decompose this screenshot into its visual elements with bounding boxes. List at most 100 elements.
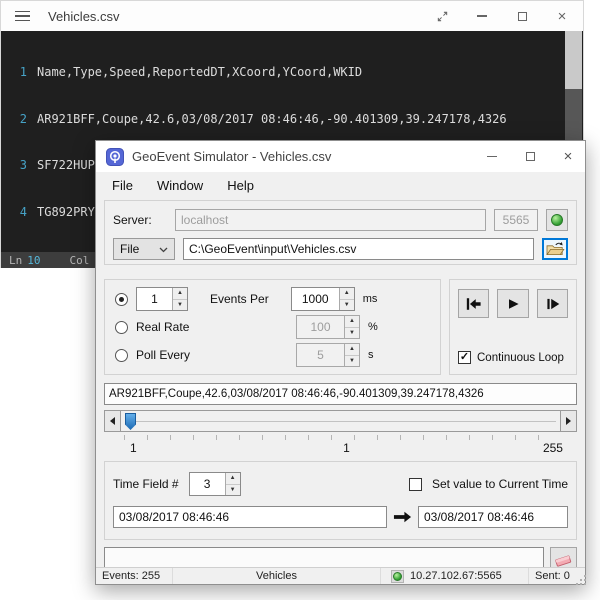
restart-button[interactable] — [458, 289, 489, 318]
csv-line: 1Name,Type,Speed,ReportedDT,XCoord,YCoor… — [1, 65, 583, 81]
poll-every-label: Poll Every — [136, 348, 240, 362]
rate-group: 1 ▲▼ Events Per 1000 ▲▼ ms Real Rate 100 — [104, 279, 441, 375]
spin-down-icon[interactable]: ▼ — [340, 300, 354, 311]
slider-track[interactable] — [125, 421, 556, 422]
connection-status-icon — [551, 214, 563, 226]
skip-to-start-icon — [464, 296, 483, 312]
slider-right-arrow[interactable] — [560, 411, 576, 431]
step-forward-icon — [544, 296, 561, 312]
maximize-icon[interactable] — [523, 150, 537, 164]
source-type-dropdown[interactable]: File — [113, 238, 175, 260]
arrow-right-icon — [393, 510, 412, 524]
events-per-label: Events Per — [210, 292, 269, 306]
editor-title: Vehicles.csv — [48, 9, 120, 24]
time-field-spinner[interactable]: 3 ▲▼ — [189, 472, 241, 496]
slider-left-arrow[interactable] — [105, 411, 121, 431]
resize-grip[interactable] — [580, 579, 582, 581]
real-rate-radio[interactable] — [115, 321, 128, 334]
current-time-label: Set value to Current Time — [432, 477, 568, 491]
simulation-name-status: Vehicles — [173, 568, 381, 584]
eraser-icon — [554, 552, 573, 567]
open-folder-icon — [545, 241, 565, 257]
slider-max-label: 255 — [419, 441, 577, 455]
interval-unit-label: ms — [363, 293, 378, 305]
spin-up-icon[interactable]: ▲ — [226, 473, 240, 485]
minimize-icon[interactable] — [475, 9, 489, 23]
open-file-button[interactable] — [542, 238, 568, 260]
line-indicator-value: 10 — [27, 254, 40, 267]
file-path-input[interactable] — [183, 238, 534, 260]
hamburger-menu-icon[interactable] — [15, 11, 30, 22]
spin-up-icon[interactable]: ▲ — [340, 288, 354, 300]
fullscreen-icon[interactable] — [435, 9, 449, 23]
spin-up-icon[interactable]: ▲ — [173, 288, 187, 300]
column-indicator-label: Col — [70, 254, 90, 267]
time-field-label: Time Field # — [113, 477, 179, 491]
connect-button[interactable] — [546, 209, 568, 231]
chevron-down-icon — [159, 242, 168, 256]
current-event-field[interactable]: AR921BFF,Coupe,42.6,03/08/2017 08:46:46,… — [104, 383, 577, 405]
poll-spinner[interactable]: 5 ▲▼ — [296, 343, 360, 367]
continuous-loop-checkbox[interactable]: ✓ — [458, 351, 471, 364]
endpoint-status: 10.27.102.67:5565 — [410, 570, 502, 582]
minimize-icon[interactable] — [485, 150, 499, 164]
geoevent-simulator-window: GeoEvent Simulator - Vehicles.csv × File… — [95, 140, 586, 585]
maximize-icon[interactable] — [515, 9, 529, 23]
scrollbar-thumb[interactable] — [565, 31, 582, 89]
time-to-input[interactable] — [418, 506, 568, 528]
real-rate-spinner[interactable]: 100 ▲▼ — [296, 315, 360, 339]
connection-indicator-icon — [391, 570, 404, 583]
events-count-spinner[interactable]: 1 ▲▼ — [136, 287, 188, 311]
play-button[interactable] — [497, 289, 528, 318]
slider-labels: 1 1 255 — [104, 440, 577, 455]
poll-unit-label: s — [368, 349, 374, 361]
close-icon[interactable]: × — [561, 150, 575, 164]
slider-ticks — [124, 435, 557, 440]
menu-window[interactable]: Window — [145, 174, 215, 197]
time-from-input[interactable] — [113, 506, 387, 528]
spin-down-icon[interactable]: ▼ — [345, 328, 359, 339]
step-button[interactable] — [537, 289, 568, 318]
events-per-radio[interactable] — [115, 293, 128, 306]
server-label: Server: — [113, 213, 167, 227]
spin-down-icon[interactable]: ▼ — [226, 485, 240, 496]
slider-min-label: 1 — [104, 441, 274, 455]
slider-thumb[interactable] — [125, 413, 136, 430]
source-type-value: File — [120, 242, 139, 256]
close-icon[interactable]: × — [555, 9, 569, 23]
event-slider[interactable] — [104, 410, 577, 432]
current-time-checkbox[interactable] — [409, 478, 422, 491]
menu-file[interactable]: File — [100, 174, 145, 197]
interval-spinner[interactable]: 1000 ▲▼ — [291, 287, 355, 311]
menubar: File Window Help — [96, 172, 585, 198]
app-icon — [106, 148, 124, 166]
server-port-input[interactable] — [494, 209, 538, 231]
spin-up-icon[interactable]: ▲ — [345, 316, 359, 328]
slider-current-label: 1 — [274, 441, 418, 455]
time-field-group: Time Field # 3 ▲▼ Set value to Current T… — [104, 461, 577, 540]
menu-help[interactable]: Help — [215, 174, 266, 197]
window-title: GeoEvent Simulator - Vehicles.csv — [132, 149, 331, 164]
spin-up-icon[interactable]: ▲ — [345, 344, 359, 356]
line-number: 2 — [1, 112, 27, 128]
real-rate-unit-label: % — [368, 321, 378, 333]
play-icon — [505, 296, 521, 312]
sent-count-status: Sent: 0 — [529, 568, 585, 584]
poll-every-radio[interactable] — [115, 349, 128, 362]
geo-statusbar: Events: 255 Vehicles 10.27.102.67:5565 S… — [96, 567, 585, 584]
line-number: 4 — [1, 205, 27, 221]
events-count-status: Events: 255 — [96, 568, 173, 584]
line-number: 3 — [1, 158, 27, 174]
spin-down-icon[interactable]: ▼ — [345, 356, 359, 367]
line-indicator-label: Ln — [9, 254, 22, 267]
server-group: Server: File — [104, 200, 577, 265]
server-host-input[interactable] — [175, 209, 486, 231]
line-number: 5 — [1, 251, 27, 252]
geo-titlebar: GeoEvent Simulator - Vehicles.csv × — [96, 141, 585, 172]
editor-titlebar: Vehicles.csv × — [1, 1, 583, 31]
csv-line: 2AR921BFF,Coupe,42.6,03/08/2017 08:46:46… — [1, 112, 583, 128]
line-number: 1 — [1, 65, 27, 81]
spin-down-icon[interactable]: ▼ — [173, 300, 187, 311]
continuous-loop-label: Continuous Loop — [477, 352, 564, 364]
real-rate-label: Real Rate — [136, 320, 240, 334]
